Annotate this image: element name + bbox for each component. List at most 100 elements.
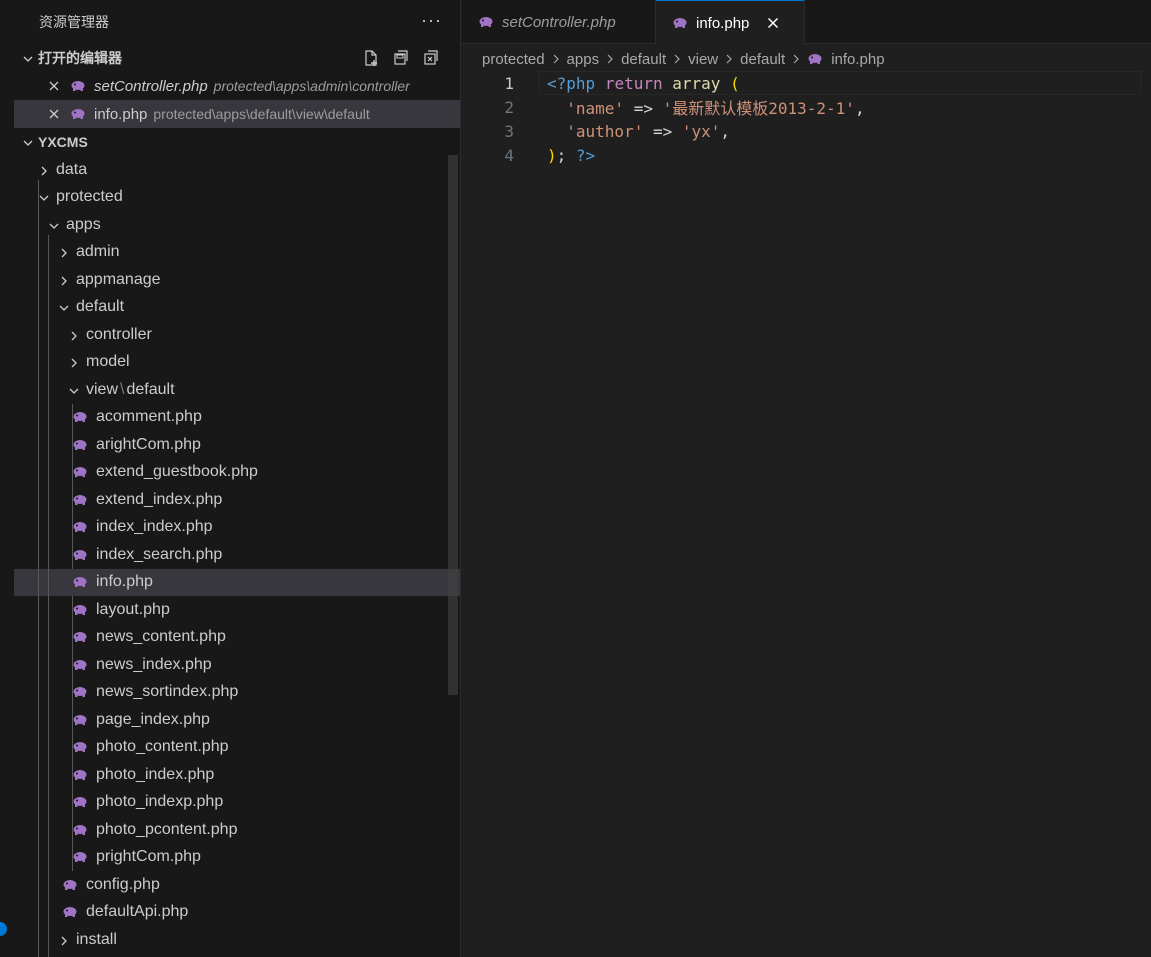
code-text: <?php return array (	[547, 73, 740, 93]
breadcrumb-item[interactable]: view	[688, 51, 718, 68]
tree-folder-protected[interactable]: protected	[14, 184, 460, 212]
code-line[interactable]: 1 <?php return array (	[462, 71, 1151, 95]
more-actions-icon[interactable]: ···	[421, 10, 442, 31]
line-number: 4	[504, 145, 514, 165]
chevron-right-icon	[56, 273, 72, 287]
line-number: 3	[504, 121, 514, 141]
explorer-header: 资源管理器 ···	[14, 0, 460, 44]
close-icon[interactable]	[767, 17, 779, 29]
tab-label: info.php	[696, 14, 750, 32]
chevron-right-icon	[605, 53, 615, 65]
tree-label: default	[126, 380, 175, 398]
tree-label: acomment.php	[96, 408, 202, 426]
tree-file[interactable]: page_index.php	[14, 706, 460, 734]
file-tree: data protected apps admin appmanage defa…	[14, 156, 460, 954]
tree-folder-default[interactable]: default	[14, 294, 460, 322]
tree-file[interactable]: config.php	[14, 871, 460, 899]
php-file-icon	[72, 659, 88, 671]
save-all-icon[interactable]	[390, 48, 412, 68]
php-file-icon	[70, 108, 86, 120]
tree-file[interactable]: photo_indexp.php	[14, 789, 460, 817]
tree-file[interactable]: photo_pcontent.php	[14, 816, 460, 844]
tree-folder-controller[interactable]: controller	[14, 321, 460, 349]
tree-file[interactable]: extend_index.php	[14, 486, 460, 514]
close-all-icon[interactable]	[420, 48, 442, 68]
tree-file[interactable]: news_sortindex.php	[14, 679, 460, 707]
tree-file[interactable]: info.php	[14, 568, 460, 596]
open-editors-section[interactable]: 打开的编辑器	[14, 44, 460, 72]
tree-folder-apps[interactable]: apps	[14, 211, 460, 239]
breadcrumb-item[interactable]: default	[621, 51, 666, 68]
php-file-icon	[72, 714, 88, 726]
tree-folder-appmanage[interactable]: appmanage	[14, 266, 460, 294]
tree-file[interactable]: index_search.php	[14, 541, 460, 569]
breadcrumb-item[interactable]: protected	[482, 51, 545, 68]
tree-label: data	[56, 160, 88, 178]
tree-label: index_search.php	[96, 545, 223, 563]
php-file-icon	[72, 824, 88, 836]
breadcrumb-item[interactable]: apps	[567, 51, 600, 68]
tree-label: defaultApi.php	[86, 903, 189, 921]
new-untitled-file-icon[interactable]	[360, 48, 382, 68]
chevron-down-icon	[20, 135, 36, 149]
chevron-down-icon	[56, 300, 72, 314]
chevron-right-icon	[66, 328, 82, 342]
tree-file[interactable]: photo_index.php	[14, 761, 460, 789]
compact-folder-separator: \	[120, 380, 125, 398]
breadcrumb-item[interactable]: info.php	[831, 51, 884, 68]
tree-file[interactable]: arightCom.php	[14, 431, 460, 459]
tree-file[interactable]: defaultApi.php	[14, 899, 460, 927]
tree-file[interactable]: acomment.php	[14, 404, 460, 432]
tree-file[interactable]: extend_guestbook.php	[14, 459, 460, 487]
tree-label: prightCom.php	[96, 848, 201, 866]
tab-setcontroller[interactable]: setController.php	[462, 0, 656, 44]
php-file-icon	[72, 494, 88, 506]
code-editor[interactable]: 1 <?php return array ( 2 'name' => '最新默认…	[462, 71, 1151, 167]
php-file-icon	[70, 80, 86, 92]
tree-folder-model[interactable]: model	[14, 349, 460, 377]
tree-folder-admin[interactable]: admin	[14, 239, 460, 267]
explorer-title: 资源管理器	[39, 14, 109, 30]
close-icon[interactable]	[46, 80, 62, 92]
open-editor-path: protected\apps\admin\controller	[213, 78, 410, 94]
code-line[interactable]: 3 'author' => 'yx',	[462, 119, 1151, 143]
tree-file[interactable]: index_index.php	[14, 514, 460, 542]
tab-info[interactable]: info.php	[656, 0, 805, 45]
tree-file[interactable]: prightCom.php	[14, 844, 460, 872]
default-files-group: config.php defaultApi.php	[14, 871, 460, 926]
open-editor-item[interactable]: info.php protected\apps\default\view\def…	[14, 100, 460, 128]
chevron-right-icon	[66, 355, 82, 369]
php-file-icon	[72, 741, 88, 753]
tree-file[interactable]: news_index.php	[14, 651, 460, 679]
workspace-section[interactable]: YXCMS	[14, 128, 460, 156]
tree-folder-view-default[interactable]: view \ default	[14, 376, 460, 404]
tree-label: index_index.php	[96, 518, 213, 536]
tree-file[interactable]: layout.php	[14, 596, 460, 624]
chevron-right-icon	[672, 53, 682, 65]
tree-label: news_sortindex.php	[96, 683, 239, 701]
php-file-icon	[72, 631, 88, 643]
tree-label: arightCom.php	[96, 435, 201, 453]
code-line[interactable]: 4 ); ?>	[462, 143, 1151, 167]
view-files-group: acomment.php arightCom.php extend_guestboo…	[14, 403, 460, 872]
code-line[interactable]: 2 'name' => '最新默认模板2013-2-1',	[462, 95, 1151, 119]
tree-label: protected	[56, 188, 123, 206]
php-file-icon	[72, 604, 88, 616]
tree-folder-install[interactable]: install	[14, 926, 460, 954]
open-editors-header: 打开的编辑器	[38, 50, 122, 66]
chevron-down-icon	[46, 218, 62, 232]
close-icon[interactable]	[46, 108, 62, 120]
breadcrumb-item[interactable]: default	[740, 51, 785, 68]
php-file-icon	[72, 576, 88, 588]
tree-label: page_index.php	[96, 710, 210, 728]
breadcrumb: protected apps default view default info…	[462, 44, 1151, 74]
tree-folder-data[interactable]: data	[14, 156, 460, 184]
sidebar-scrollbar[interactable]	[448, 155, 458, 695]
tab-label: setController.php	[502, 13, 616, 31]
php-file-icon	[72, 411, 88, 423]
tree-file[interactable]: photo_content.php	[14, 734, 460, 762]
tree-file[interactable]: news_content.php	[14, 624, 460, 652]
accounts-badge[interactable]	[0, 922, 7, 936]
open-editor-item[interactable]: setController.php protected\apps\admin\c…	[14, 72, 460, 100]
tree-label: photo_indexp.php	[96, 793, 224, 811]
